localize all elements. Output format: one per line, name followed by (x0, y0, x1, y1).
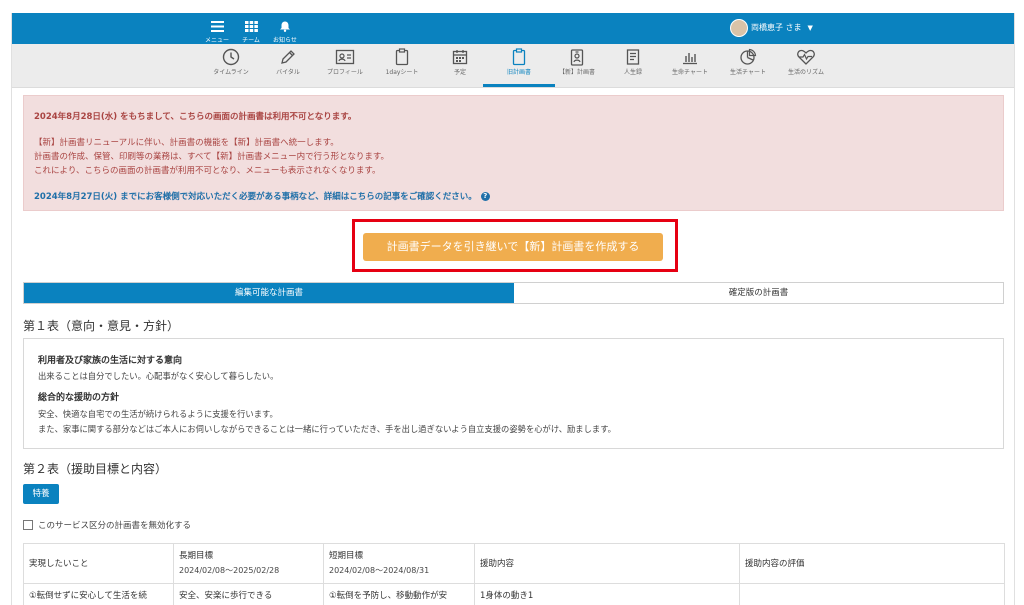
tab-editable-plan[interactable]: 編集可能な計画書 (24, 283, 514, 303)
pen-icon (281, 50, 295, 64)
header-want: 実現したいこと (24, 544, 174, 584)
help-icon[interactable]: ? (480, 192, 490, 201)
active-tab-indicator (483, 84, 555, 87)
header-short-goal-label: 短期目標 (329, 551, 364, 561)
tab-profile[interactable]: プロフィール (315, 48, 375, 77)
heartbeat-icon (797, 49, 815, 65)
tab-label: タイムライン (213, 69, 249, 76)
tab-life-record[interactable]: 人生録 (603, 48, 663, 77)
tab-fixed-plan[interactable]: 確定版の計画書 (514, 283, 1003, 303)
id-badge-icon (570, 49, 584, 66)
row1-want: ①転倒せずに安心して生活を続 (24, 584, 174, 605)
menu-button[interactable]: メニュー (200, 17, 234, 45)
disable-plan-row[interactable]: このサービス区分の計画書を無効化する (23, 519, 191, 531)
bell-icon (280, 21, 290, 32)
app-frame: メニュー チーム お知らせ 両橋恵子 さま ▼ タイムライン バイタル プロフィ… (11, 13, 1015, 605)
profile-card-icon (335, 49, 355, 65)
table2-heading: 第２表（援助目標と内容） (23, 462, 168, 476)
header-short-goal-period: 2024/02/08～2024/08/31 (329, 566, 430, 575)
tab-label: 1dayシート (385, 69, 419, 76)
policy-text: 安全、快適な自宅での生活が続けられるように支援を行います。 (38, 409, 278, 419)
alert-text: 計画書の作成、保管、印刷等の業務は、すべて【新】計画書メニュー内で行う形となりま… (34, 152, 389, 162)
book-icon (626, 49, 640, 65)
row1-short-goal: ①転倒を予防し、移動動作が安 (324, 584, 475, 605)
clipboard-active-icon (512, 48, 526, 66)
disable-plan-checkbox[interactable] (23, 520, 33, 530)
row1-evaluation (740, 584, 1005, 605)
tab-label: 予定 (453, 69, 466, 76)
alert-link-row: 2024年8月27日(火) までにお客様側で対応いただく必要がある事柄など、詳細… (34, 190, 490, 202)
create-new-plan-button[interactable]: 計画書データを引き継いで【新】計画書を作成する (363, 233, 663, 261)
tab-label: 【新】計画書 (558, 69, 595, 76)
header-evaluation: 援助内容の評価 (740, 544, 1005, 584)
intent-title: 利用者及び家族の生活に対する意向 (38, 356, 183, 366)
pie-chart-icon (740, 48, 757, 65)
tab-living-chart[interactable]: 生活チャート (718, 48, 778, 77)
header-long-goal: 長期目標 2024/02/08～2025/02/28 (174, 544, 324, 584)
policy-title: 総合的な援助の方針 (38, 393, 120, 403)
table1-panel: 利用者及び家族の生活に対する意向 出来ることは自分でしたい。心配事がなく安心して… (23, 338, 1004, 449)
tab-label: 生命チャート (672, 69, 708, 76)
disable-plan-label: このサービス区分の計画書を無効化する (38, 521, 192, 531)
header-content: 援助内容 (475, 544, 740, 584)
tab-old-plan[interactable]: 旧計画書 (483, 48, 555, 87)
deprecation-alert: 2024年8月28日(水) をもちまして、こちらの画面の計画書は利用不可となりま… (23, 95, 1004, 211)
tab-schedule[interactable]: 予定 (430, 48, 490, 77)
tab-label: プロフィール (327, 69, 363, 76)
service-type-button[interactable]: 特養 (23, 484, 59, 504)
notice-button[interactable]: お知らせ (268, 17, 302, 45)
table1-heading: 第１表（意向・意見・方針） (23, 319, 180, 333)
header-short-goal: 短期目標 2024/02/08～2024/08/31 (324, 544, 475, 584)
tab-label: 生活のリズム (787, 69, 824, 76)
clipboard-icon (395, 48, 409, 66)
intent-text: 出来ることは自分でしたい。心配事がなく安心して暮らしたい。 (38, 371, 279, 381)
tab-label: 旧計画書 (506, 69, 531, 76)
avatar (730, 19, 748, 37)
tab-timeline[interactable]: タイムライン (201, 48, 261, 77)
bar-chart-icon (683, 53, 697, 65)
user-menu[interactable]: 両橋恵子 さま ▼ (730, 19, 813, 37)
tab-label: 人生録 (623, 69, 642, 76)
header-long-goal-label: 長期目標 (179, 551, 214, 561)
plan-version-toggle: 編集可能な計画書 確定版の計画書 (23, 282, 1004, 304)
top-bar: メニュー チーム お知らせ 両橋恵子 さま ▼ (12, 13, 1014, 44)
tab-new-plan[interactable]: 【新】計画書 (547, 48, 607, 77)
tab-vital[interactable]: バイタル (258, 48, 318, 77)
feature-tab-bar: タイムライン バイタル プロフィール 1dayシート 予定 旧計画書 【新】計画… (12, 44, 1014, 88)
caret-down-icon: ▼ (807, 24, 813, 32)
tab-1day-sheet[interactable]: 1dayシート (372, 48, 432, 77)
tab-label: 生活チャート (730, 69, 766, 76)
tab-label: バイタル (276, 69, 300, 76)
header-long-goal-period: 2024/02/08～2025/02/28 (179, 566, 280, 575)
row1-content: 1身体の動き1 (475, 584, 740, 605)
alert-article-link[interactable]: 2024年8月27日(火) までにお客様側で対応いただく必要がある事柄など、詳細… (34, 192, 477, 202)
clock-icon (222, 48, 240, 66)
alert-text: 【新】計画書リニューアルに伴い、計画書の機能を【新】計画書へ統一します。 (34, 138, 339, 148)
row1-long-goal: 安全、安楽に歩行できる (174, 584, 324, 605)
goals-table: 実現したいこと 長期目標 2024/02/08～2025/02/28 短期目標 … (23, 543, 1005, 605)
calendar-icon (452, 50, 468, 65)
alert-text: これにより、こちらの画面の計画書が利用不可となり、メニューも表示されなくなります… (34, 166, 381, 176)
team-button[interactable]: チーム (234, 17, 268, 45)
grid-icon (244, 21, 258, 32)
user-name: 両橋恵子 さま (751, 23, 802, 32)
tab-life-chart[interactable]: 生命チャート (660, 48, 720, 77)
tab-life-rhythm[interactable]: 生活のリズム (776, 48, 836, 77)
hamburger-icon (210, 21, 224, 32)
policy-text: また、家事に関する部分などはご本人にお伺いしながらできることは一緒に行っていただ… (38, 424, 616, 434)
alert-headline: 2024年8月28日(水) をもちまして、こちらの画面の計画書は利用不可となりま… (34, 112, 357, 122)
